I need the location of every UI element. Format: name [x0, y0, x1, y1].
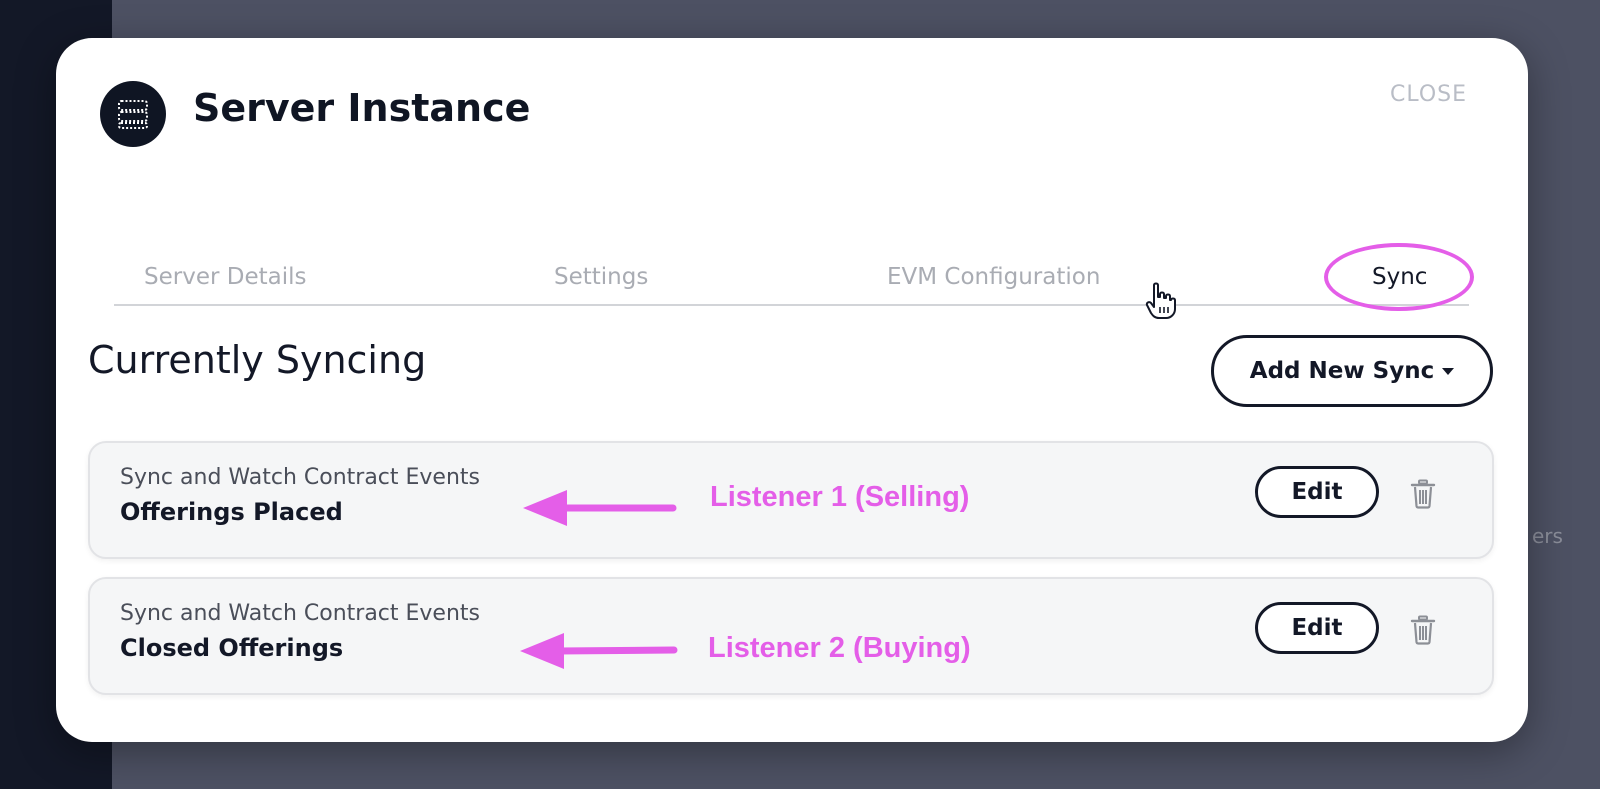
sync-card-subtitle: Sync and Watch Contract Events: [120, 465, 481, 490]
edit-button[interactable]: Edit: [1255, 602, 1379, 654]
annotation-label: Listener 2 (Buying): [708, 632, 971, 664]
modal-title: Server Instance: [193, 86, 531, 130]
server-instance-modal: Server Instance CLOSE Server Details Set…: [56, 38, 1528, 742]
arrow-left-icon: [523, 490, 677, 526]
arrow-left-icon: [520, 633, 678, 669]
chevron-down-icon: [1442, 367, 1455, 375]
edit-button[interactable]: Edit: [1255, 466, 1379, 518]
server-icon: [100, 81, 166, 147]
tab-evm-configuration[interactable]: EVM Configuration: [887, 264, 1100, 290]
hand-pointer-icon: [1145, 282, 1176, 319]
add-new-sync-label: Add New Sync: [1249, 358, 1435, 384]
sync-card-name: Closed Offerings: [120, 634, 344, 662]
tab-server-details[interactable]: Server Details: [144, 264, 306, 290]
annotation-label: Listener 1 (Selling): [710, 481, 970, 513]
sync-card-subtitle: Sync and Watch Contract Events: [120, 601, 481, 626]
section-title: Currently Syncing: [88, 338, 427, 382]
sync-tab-highlight-circle: [1324, 243, 1474, 311]
tab-settings[interactable]: Settings: [554, 264, 648, 290]
add-new-sync-button[interactable]: Add New Sync: [1211, 335, 1493, 407]
trash-icon[interactable]: [1410, 479, 1436, 509]
tab-bar: Server Details Settings EVM Configuratio…: [114, 248, 1469, 306]
trash-icon[interactable]: [1410, 615, 1436, 645]
close-button[interactable]: CLOSE: [1390, 82, 1467, 107]
sync-card-name: Offerings Placed: [120, 498, 343, 526]
background-partial-text: ers: [1532, 524, 1563, 548]
